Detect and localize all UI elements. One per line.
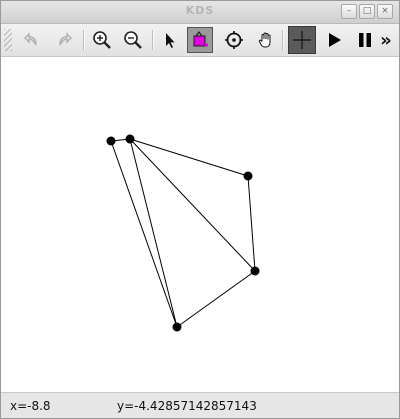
minimize-button[interactable]: – [341, 4, 357, 19]
point-E[interactable] [172, 322, 182, 332]
toolbar-separator [152, 30, 154, 50]
point-D[interactable] [250, 266, 260, 276]
title-bar[interactable]: KDS – □ × [1, 1, 399, 24]
overflow-button[interactable]: » [375, 27, 397, 53]
redo-button[interactable] [51, 27, 77, 53]
center-tool-button[interactable] [221, 27, 247, 53]
play-button[interactable] [321, 27, 347, 53]
undo-icon [24, 32, 37, 46]
zoom-out-icon [124, 31, 142, 49]
zoom-in-button[interactable] [89, 27, 115, 53]
undo-button[interactable] [19, 27, 45, 53]
y-coordinate-readout: y=-4.42857142857143 [117, 399, 257, 413]
status-bar: x=-8.8 y=-4.42857142857143 [1, 392, 399, 418]
close-button[interactable]: × [377, 4, 393, 19]
chevron-double-right-icon: » [380, 29, 392, 51]
edge-DE[interactable] [176, 270, 256, 328]
crosshair-target-icon [225, 31, 243, 49]
geometry-drawing [106, 134, 260, 332]
zoom-out-button[interactable] [120, 27, 146, 53]
hand-icon [258, 32, 271, 48]
paint-tool-button[interactable] [187, 27, 213, 53]
maximize-button[interactable]: □ [359, 4, 375, 19]
toolbar: » [1, 24, 399, 57]
window-title: KDS [185, 4, 215, 17]
pan-tool-button[interactable] [253, 27, 279, 53]
edge-AE[interactable] [110, 140, 178, 328]
close-icon: × [381, 6, 389, 16]
pause-icon [359, 33, 371, 47]
point-B[interactable] [125, 134, 135, 144]
point-C[interactable] [243, 171, 253, 181]
zoom-in-icon [93, 31, 111, 49]
plus-crosshair-icon [293, 31, 311, 49]
drawing-canvas[interactable] [1, 57, 399, 392]
toolbar-separator [83, 30, 85, 50]
toolbar-grip[interactable] [4, 29, 12, 51]
play-icon [329, 33, 341, 47]
edge-BE[interactable] [129, 138, 178, 328]
select-tool-button[interactable] [157, 27, 183, 53]
maximize-icon: □ [362, 6, 372, 16]
arrow-pointer-icon [166, 33, 175, 48]
paint-bucket-icon [193, 31, 209, 47]
edge-CD[interactable] [247, 175, 256, 272]
kds-window: KDS – □ × » x=-8.8 y=-4.42857142857143 [0, 0, 400, 419]
redo-icon [59, 32, 72, 46]
x-coordinate-readout: x=-8.8 [10, 399, 51, 413]
toolbar-separator [282, 30, 284, 50]
minimize-icon: – [346, 6, 352, 16]
add-point-tool-button[interactable] [288, 26, 316, 54]
point-A[interactable] [106, 136, 116, 146]
